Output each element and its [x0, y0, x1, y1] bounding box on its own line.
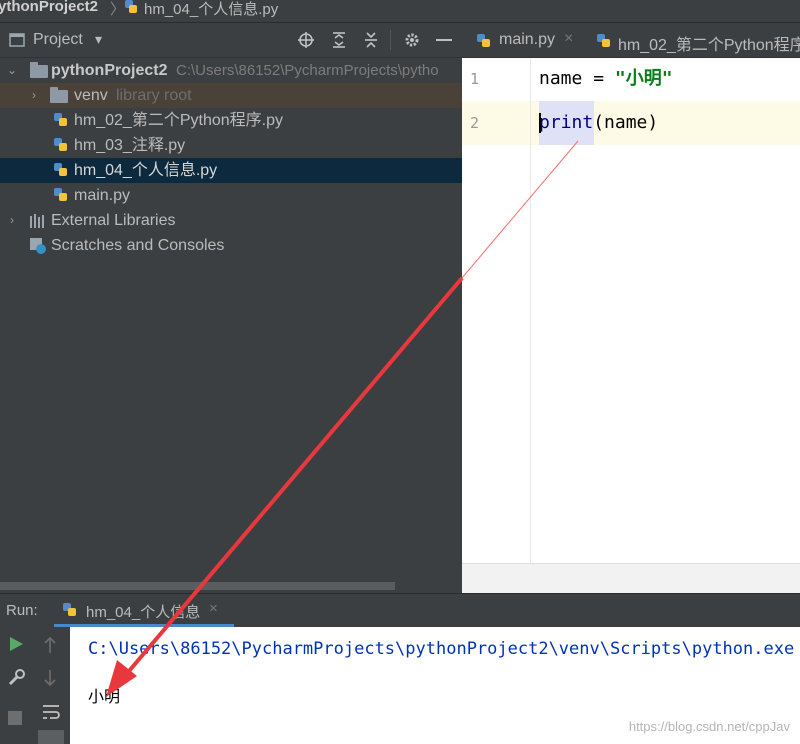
- breadcrumb-file[interactable]: hm_04_个人信息.py: [144, 0, 278, 19]
- soft-wrap-icon[interactable]: [41, 703, 61, 721]
- arrow-down-icon[interactable]: [42, 669, 58, 687]
- editor-tab-bar: main.py × hm_02_第二个Python程序: [462, 24, 800, 58]
- library-icon: [30, 214, 44, 228]
- code-args: (name): [593, 112, 659, 133]
- code-variable: name: [539, 68, 583, 89]
- tab-hm02[interactable]: hm_02_第二个Python程序: [584, 24, 800, 57]
- project-window-icon: [9, 33, 25, 47]
- code-line-1[interactable]: name = "小明": [539, 59, 800, 99]
- run-tab[interactable]: hm_04_个人信息 ×: [54, 594, 234, 627]
- code-operator: =: [582, 68, 615, 89]
- tree-file-label: hm_03_注释.py: [74, 137, 186, 154]
- folder-icon: [30, 62, 48, 78]
- editor-footer: [462, 563, 800, 594]
- scroll-to-end-icon[interactable]: [38, 730, 64, 744]
- python-file-icon: [54, 113, 67, 126]
- text-caret: [539, 113, 541, 133]
- close-icon[interactable]: ×: [209, 600, 218, 617]
- tree-file-row[interactable]: main.py: [0, 183, 462, 208]
- tree-root-row[interactable]: ⌄ pythonProject2 C:\Users\86152\PycharmP…: [0, 58, 462, 83]
- line-number: 2: [470, 114, 480, 132]
- collapse-all-icon[interactable]: [362, 31, 380, 49]
- python-file-icon: [125, 0, 137, 13]
- line-number: 1: [470, 70, 480, 88]
- tree-venv-note: library root: [116, 87, 192, 104]
- tree-file-row[interactable]: hm_03_注释.py: [0, 133, 462, 158]
- python-file-icon: [54, 163, 67, 176]
- stop-icon[interactable]: [8, 711, 22, 725]
- project-tree: ⌄ pythonProject2 C:\Users\86152\PycharmP…: [0, 58, 462, 593]
- tree-file-row[interactable]: hm_02_第二个Python程序.py: [0, 108, 462, 133]
- chevron-right-icon[interactable]: ›: [27, 88, 41, 102]
- tab-main-py[interactable]: main.py ×: [462, 24, 582, 57]
- run-tab-label: hm_04_个人信息: [86, 604, 201, 621]
- run-console[interactable]: C:\Users\86152\PycharmProjects\pythonPro…: [70, 627, 800, 744]
- python-file-icon: [477, 34, 490, 47]
- settings-icon[interactable]: [403, 31, 421, 49]
- python-file-icon: [54, 138, 67, 151]
- console-output-line: 小明: [88, 687, 121, 706]
- tree-root-name: pythonProject2: [51, 62, 168, 79]
- chevron-right-icon[interactable]: ›: [5, 213, 19, 227]
- run-icon[interactable]: [8, 636, 24, 652]
- run-panel-header: Run: hm_04_个人信息 ×: [0, 593, 800, 627]
- project-pane-title[interactable]: Project: [33, 31, 83, 49]
- python-file-icon: [54, 188, 67, 201]
- tree-file-label: main.py: [74, 187, 131, 204]
- code-function: print: [539, 112, 594, 133]
- code-string: "小明": [614, 68, 673, 89]
- tree-root-path: C:\Users\86152\PycharmProjects\pytho: [176, 62, 439, 79]
- locate-icon[interactable]: [297, 31, 315, 49]
- tree-scratches-label: Scratches and Consoles: [51, 237, 225, 254]
- tab-label: main.py: [499, 31, 556, 48]
- breadcrumb-project[interactable]: ythonProject2: [0, 0, 98, 15]
- toolbar-divider: [390, 30, 391, 50]
- arrow-up-icon[interactable]: [42, 636, 58, 654]
- tree-external-libraries-label: External Libraries: [51, 212, 176, 229]
- tree-scratches-row[interactable]: Scratches and Consoles: [0, 233, 462, 258]
- project-pane-header: Project ▾: [0, 24, 462, 58]
- code-line-2[interactable]: print(name): [539, 103, 800, 143]
- folder-icon: [50, 87, 68, 103]
- run-toolbar: [0, 627, 70, 744]
- tree-file-row-selected[interactable]: hm_04_个人信息.py: [0, 158, 462, 183]
- wrench-icon[interactable]: [7, 669, 25, 687]
- project-dropdown-icon[interactable]: ▾: [95, 31, 102, 48]
- run-label: Run:: [6, 602, 38, 619]
- expand-all-icon[interactable]: [330, 31, 348, 49]
- close-icon[interactable]: ×: [564, 30, 573, 48]
- tree-external-libraries-row[interactable]: › External Libraries: [0, 208, 462, 233]
- project-horizontal-scrollbar[interactable]: [0, 582, 395, 590]
- hide-icon[interactable]: [436, 39, 452, 41]
- line-number-gutter: 1 2: [462, 58, 531, 563]
- chevron-down-icon[interactable]: ⌄: [5, 63, 19, 77]
- tree-venv-row[interactable]: › venv library root: [0, 83, 462, 108]
- scratches-icon: [30, 238, 46, 254]
- console-command-line: C:\Users\86152\PycharmProjects\pythonPro…: [88, 639, 795, 659]
- python-file-icon: [597, 34, 610, 47]
- watermark: https://blog.csdn.net/cppJav: [628, 719, 790, 734]
- tree-file-label: hm_02_第二个Python程序.py: [74, 112, 283, 129]
- tab-label: hm_02_第二个Python程序: [618, 37, 800, 54]
- tree-venv-name: venv: [74, 87, 108, 104]
- python-run-icon: [63, 603, 76, 616]
- breadcrumb: ythonProject2 〉 hm_04_个人信息.py: [0, 0, 800, 23]
- tree-file-label: hm_04_个人信息.py: [74, 162, 218, 179]
